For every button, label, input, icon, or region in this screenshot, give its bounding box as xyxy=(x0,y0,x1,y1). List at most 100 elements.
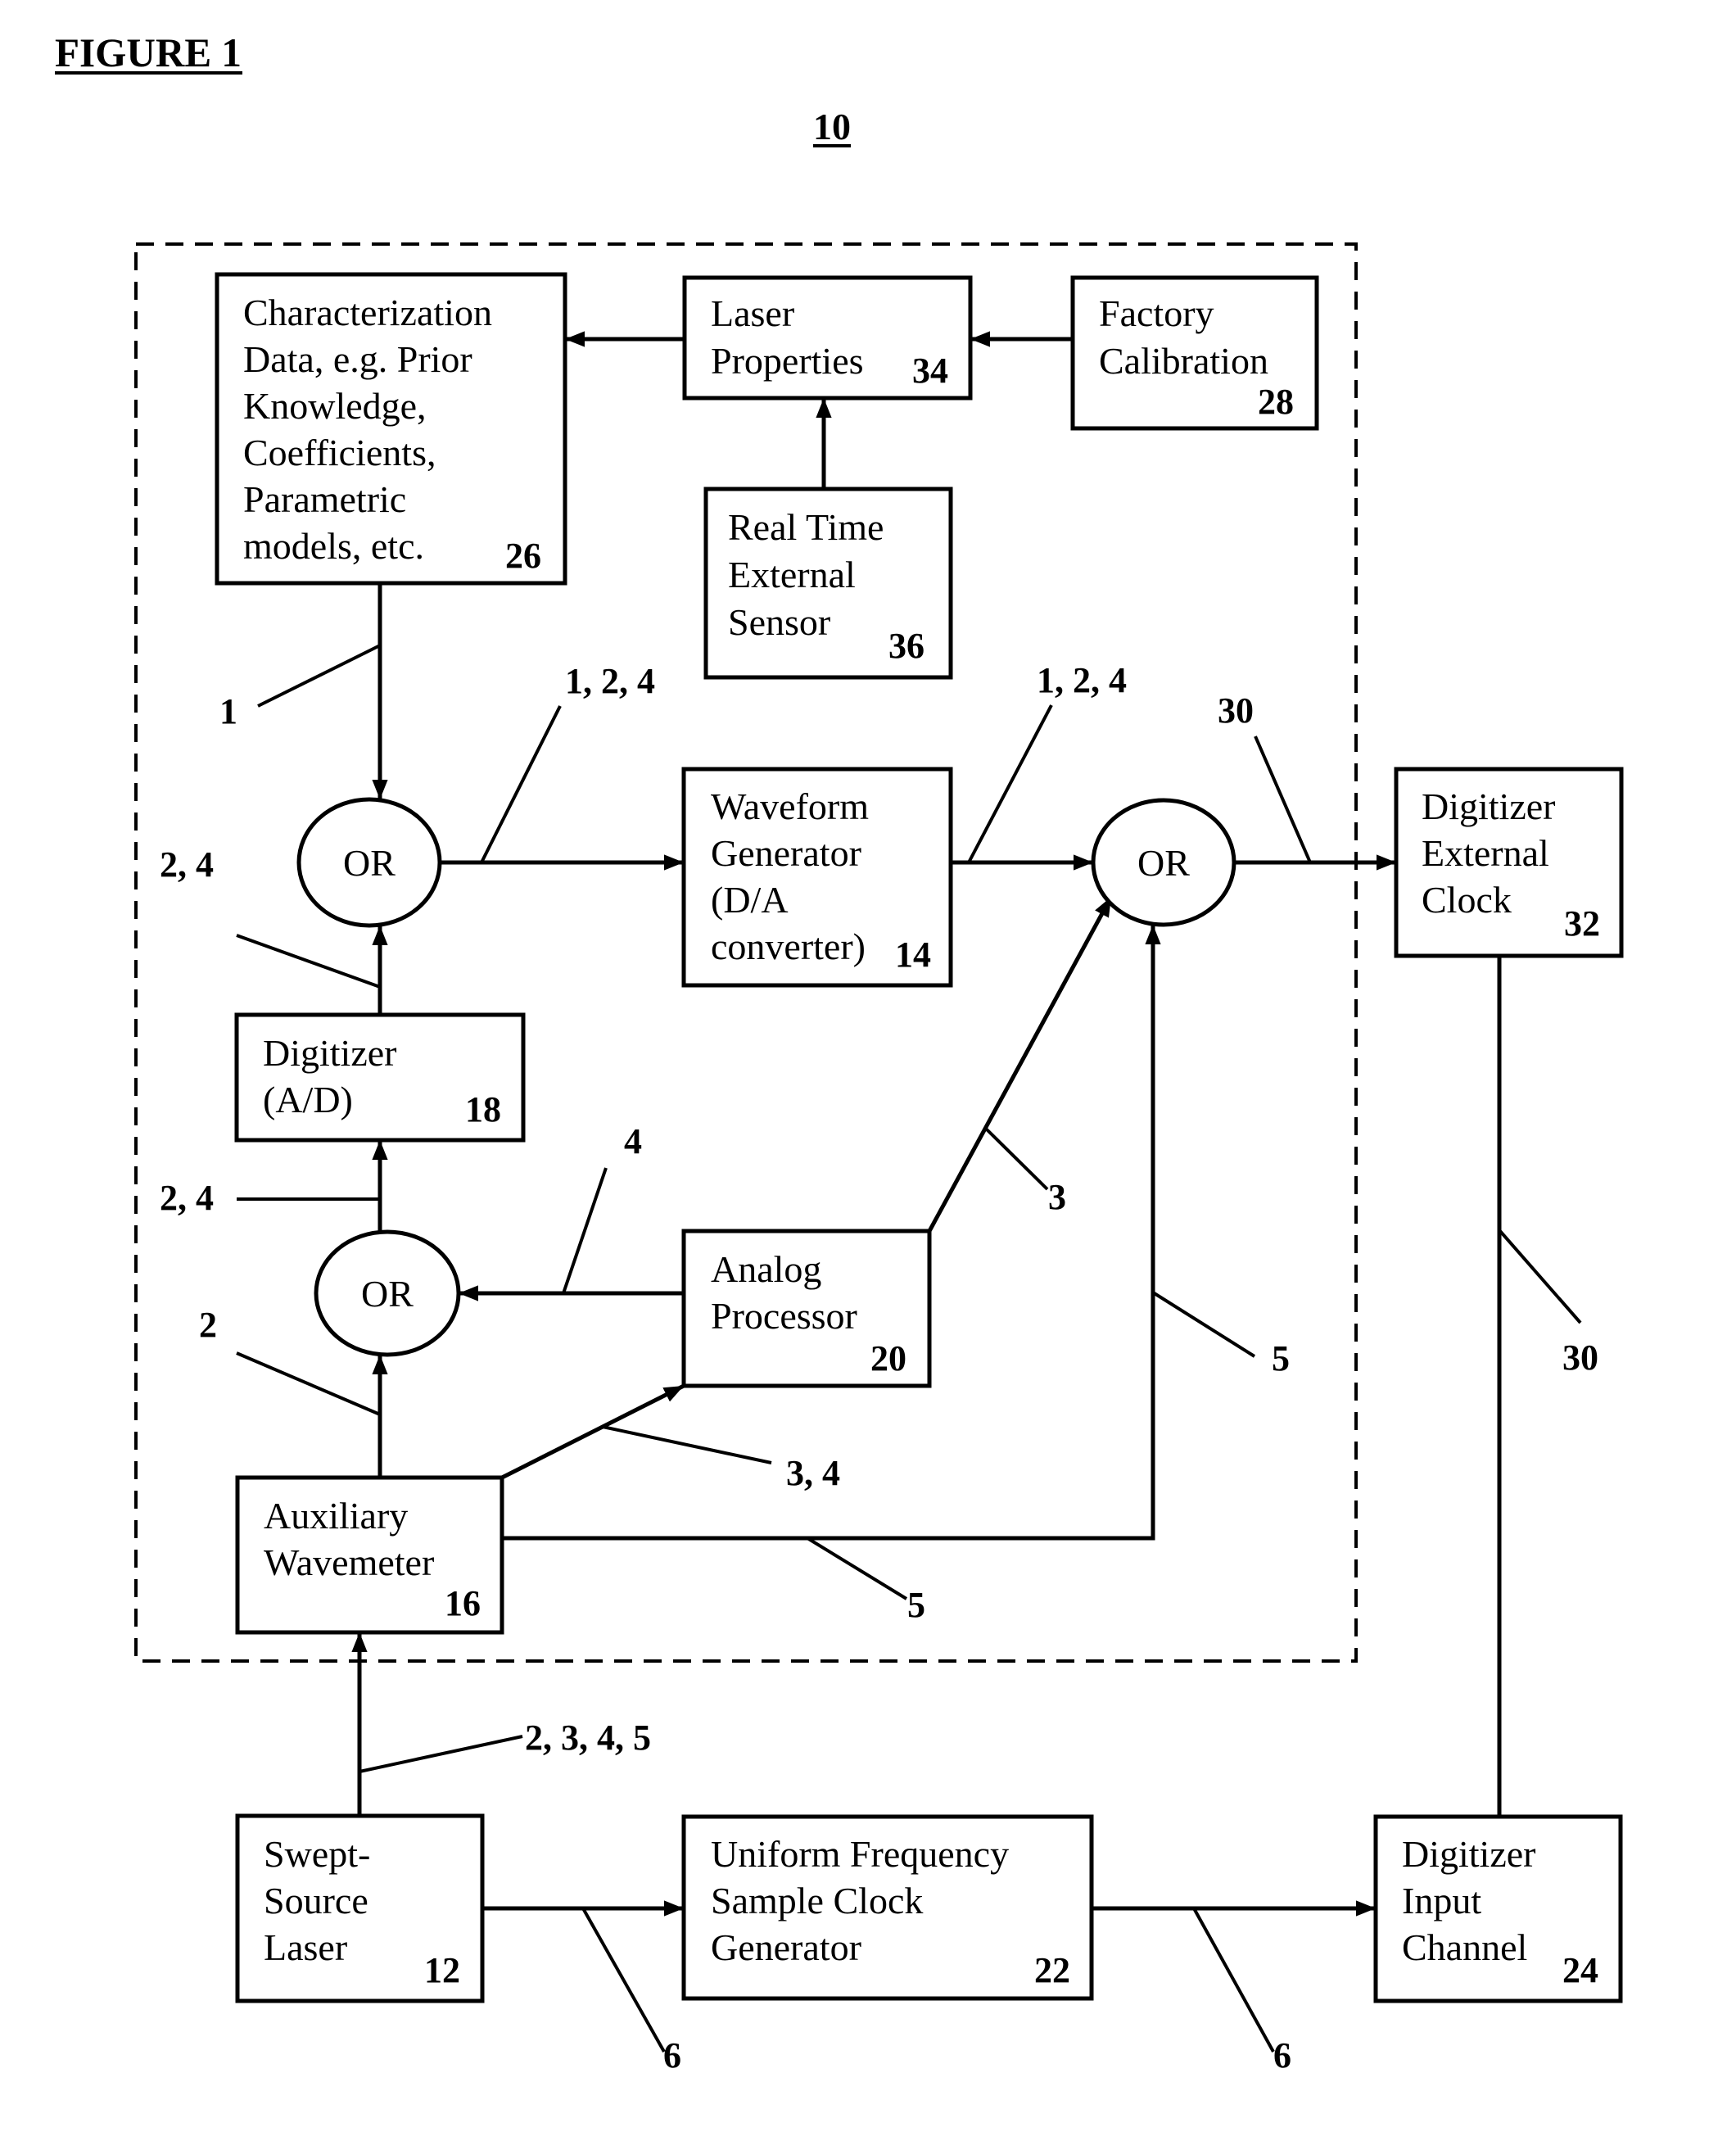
or-gate-label: OR xyxy=(361,1273,414,1315)
leader-4 xyxy=(562,1167,608,1294)
leader-6-left xyxy=(581,1908,666,2053)
block-swept-source-laser[interactable]: Swept- Source Laser 12 xyxy=(235,1813,485,2003)
leader-2 xyxy=(236,1351,381,1416)
block-waveform-generator[interactable]: Waveform Generator (D/A converter) 14 xyxy=(681,767,953,988)
block-text-line: External xyxy=(728,554,856,595)
block-ref-number: 32 xyxy=(1564,903,1600,944)
leader-6-right xyxy=(1192,1908,1275,2053)
path-label-1-2-4-right: 1, 2, 4 xyxy=(1037,660,1127,700)
or-gate-top-right[interactable]: OR xyxy=(1091,798,1236,927)
block-text-line: Generator xyxy=(711,832,861,874)
or-gate-label: OR xyxy=(1137,842,1190,884)
block-text-line: Knowledge, xyxy=(243,385,427,427)
block-real-time-external-sensor[interactable]: Real Time External Sensor 36 xyxy=(703,487,953,680)
block-text-line: Clock xyxy=(1422,879,1512,921)
block-text-line: Coefficients, xyxy=(243,432,436,473)
block-uniform-frequency-sample-clock-generator[interactable]: Uniform Frequency Sample Clock Generator… xyxy=(681,1814,1094,2001)
path-label-5-right: 5 xyxy=(1272,1338,1290,1378)
leader-5-right xyxy=(1151,1291,1256,1358)
path-label-2-3-4-5: 2, 3, 4, 5 xyxy=(525,1718,651,1758)
path-label-5-bottom: 5 xyxy=(907,1585,925,1625)
block-text-line: Parametric xyxy=(243,478,406,520)
leader-5-bottom xyxy=(806,1537,908,1600)
block-text-line: Digitizer xyxy=(1422,785,1556,827)
block-auxiliary-wavemeter[interactable]: Auxiliary Wavemeter 16 xyxy=(235,1475,504,1635)
block-text-line: Data, e.g. Prior xyxy=(243,338,472,380)
block-ref-number: 18 xyxy=(465,1089,501,1129)
connector-wavemeter-to-analog xyxy=(500,1383,685,1480)
leader-1-2-4-right xyxy=(967,704,1053,863)
block-ref-number: 34 xyxy=(912,351,948,391)
leader-3-4 xyxy=(602,1425,772,1464)
block-text-line: Real Time xyxy=(728,506,884,548)
block-digitizer-input-channel[interactable]: Digitizer Input Channel 24 xyxy=(1373,1814,1623,2003)
block-ref-number: 22 xyxy=(1034,1950,1070,1990)
block-text-line: Characterization xyxy=(243,292,492,333)
block-ref-number: 12 xyxy=(424,1950,460,1990)
system-reference-number: 10 xyxy=(813,106,851,147)
block-text-line: Channel xyxy=(1402,1926,1527,1968)
block-text-line: Laser xyxy=(264,1926,347,1968)
block-text-line: Sensor xyxy=(728,601,830,643)
block-characterization-data[interactable]: Characterization Data, e.g. Prior Knowle… xyxy=(215,272,567,586)
block-text-line: Properties xyxy=(711,340,864,382)
or-gate-label: OR xyxy=(343,842,396,884)
leader-3 xyxy=(983,1126,1049,1191)
or-gate-lower-left[interactable]: OR xyxy=(314,1229,461,1357)
path-label-6-left: 6 xyxy=(663,2035,681,2075)
block-text-line: Auxiliary xyxy=(264,1495,408,1537)
block-text-line: Digitizer xyxy=(1402,1833,1536,1875)
connector-analog-to-or-top xyxy=(927,895,1114,1233)
path-label-3-4: 3, 4 xyxy=(786,1453,840,1493)
block-text-line: Input xyxy=(1402,1880,1481,1921)
path-label-6-right: 6 xyxy=(1273,2035,1291,2075)
or-gate-top-left[interactable]: OR xyxy=(296,797,442,928)
block-ref-number: 16 xyxy=(445,1583,481,1623)
block-factory-calibration[interactable]: Factory Calibration 28 xyxy=(1070,275,1319,431)
block-digitizer-ad[interactable]: Digitizer (A/D) 18 xyxy=(234,1012,526,1143)
block-text-line: Sample Clock xyxy=(711,1880,923,1921)
path-label-3: 3 xyxy=(1048,1177,1066,1217)
block-ref-number: 14 xyxy=(895,935,931,975)
block-text-line: Swept- xyxy=(264,1833,370,1875)
leader-2-4-upper xyxy=(236,934,381,989)
block-ref-number: 28 xyxy=(1258,382,1294,422)
block-digitizer-external-clock[interactable]: Digitizer External Clock 32 xyxy=(1394,767,1624,958)
leader-30-right xyxy=(1498,1229,1582,1324)
block-text-line: (D/A xyxy=(711,879,789,921)
block-ref-number: 26 xyxy=(505,536,541,576)
block-text-line: Uniform Frequency xyxy=(711,1833,1009,1875)
path-label-2-4-lower: 2, 4 xyxy=(160,1178,214,1218)
block-diagram: FIGURE 1 10 Characterization Data, e.g. … xyxy=(55,29,1624,2075)
block-text-line: Factory xyxy=(1099,292,1214,334)
block-text-line: Wavemeter xyxy=(264,1541,434,1583)
path-label-30-top: 30 xyxy=(1218,690,1254,731)
leader-1-2-4-left xyxy=(480,705,562,863)
path-label-2: 2 xyxy=(199,1305,217,1345)
block-text-line: External xyxy=(1422,832,1549,874)
block-analog-processor[interactable]: Analog Processor 20 xyxy=(681,1229,932,1388)
path-label-1: 1 xyxy=(219,691,237,731)
block-text-line: models, etc. xyxy=(243,525,424,567)
leader-30-top xyxy=(1254,736,1312,863)
figure-title: FIGURE 1 xyxy=(55,29,242,75)
path-label-30-right: 30 xyxy=(1562,1338,1598,1378)
path-label-2-4-upper: 2, 4 xyxy=(160,844,214,885)
block-ref-number: 24 xyxy=(1562,1950,1598,1990)
block-text-line: Source xyxy=(264,1880,368,1921)
block-text-line: converter) xyxy=(711,926,866,967)
block-text-line: Analog xyxy=(711,1248,821,1290)
leader-1 xyxy=(257,644,381,708)
block-text-line: Waveform xyxy=(711,785,869,827)
block-text-line: Digitizer xyxy=(263,1032,397,1074)
path-label-1-2-4-left: 1, 2, 4 xyxy=(565,661,655,701)
block-text-line: Laser xyxy=(711,292,794,334)
block-text-line: Calibration xyxy=(1099,340,1268,382)
block-ref-number: 20 xyxy=(870,1338,906,1378)
path-label-4: 4 xyxy=(624,1121,642,1161)
block-text-line: Generator xyxy=(711,1926,861,1968)
block-laser-properties[interactable]: Laser Properties 34 xyxy=(682,275,973,401)
block-ref-number: 36 xyxy=(888,626,925,666)
block-text-line: (A/D) xyxy=(263,1079,353,1120)
leader-2-3-4-5 xyxy=(359,1735,523,1773)
